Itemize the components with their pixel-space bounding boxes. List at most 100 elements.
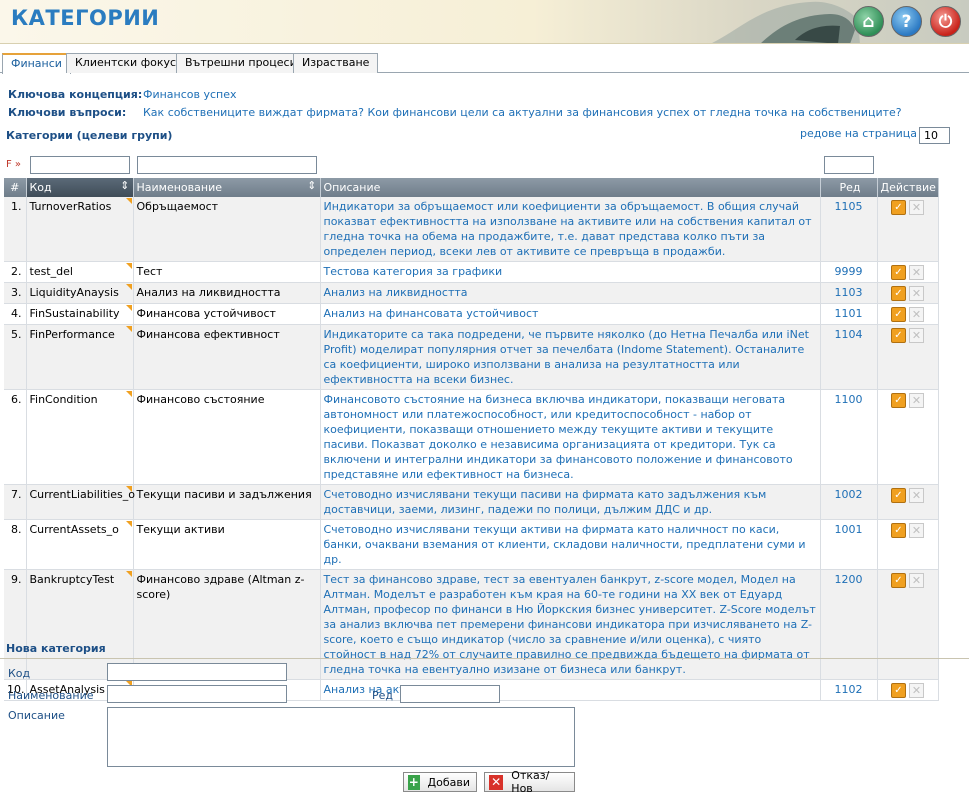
row-order: 1101 [820, 303, 878, 325]
row-code: FinCondition [26, 389, 134, 485]
key-questions-label: Ключови въпроси: [8, 106, 127, 119]
edit-icon[interactable]: ✓ [891, 523, 906, 538]
row-name: Финансова устойчивост [133, 303, 321, 325]
row-description: Индикаторите са така подредени, че първи… [320, 324, 821, 390]
help-button[interactable]: ? [891, 6, 922, 37]
delete-icon: ✕ [909, 265, 924, 280]
row-order: 9999 [820, 261, 878, 283]
row-order: 1105 [820, 197, 878, 262]
row-code: test_del [26, 261, 134, 283]
col-header-code[interactable]: Код [26, 178, 134, 197]
edit-icon[interactable]: ✓ [891, 200, 906, 215]
row-name: Финансова ефективност [133, 324, 321, 390]
categories-table: # Код Наименование Описание Ред Действие… [4, 178, 939, 701]
desc-label: Описание [8, 709, 65, 722]
delete-icon: ✕ [909, 683, 924, 698]
edit-icon[interactable]: ✓ [891, 488, 906, 503]
key-concept: Ключова концепция:Финансов успех [8, 88, 237, 101]
plus-icon: + [408, 774, 420, 790]
row-code: FinSustainability [26, 303, 134, 325]
tab-customer-focus[interactable]: Клиентски фокус [66, 53, 186, 73]
row-number: 9. [4, 569, 27, 680]
table-row: 2. test_del Тест Тестова категория за графи… [4, 261, 939, 283]
tab-finances[interactable]: Финанси [2, 53, 71, 74]
row-code: LiquidityAnaysis [26, 282, 134, 304]
row-actions: ✓ ✕ [877, 389, 939, 485]
edit-icon[interactable]: ✓ [891, 307, 906, 322]
add-button[interactable]: + Добави [403, 772, 477, 792]
filter-code-input[interactable] [30, 156, 130, 174]
name-label: Наименование [8, 689, 94, 702]
edit-icon[interactable]: ✓ [891, 328, 906, 343]
page-title: КАТЕГОРИИ [11, 6, 160, 30]
desc-textarea[interactable] [107, 707, 575, 767]
row-order: 1102 [820, 679, 878, 701]
delete-icon: ✕ [909, 200, 924, 215]
key-questions-value: Как собствениците виждат фирмата? Кои фи… [143, 106, 902, 119]
row-name: Текущи пасиви и задължения [133, 484, 321, 520]
rows-per-page-input[interactable] [919, 127, 950, 144]
name-input[interactable] [107, 685, 287, 703]
col-header-order[interactable]: Ред [820, 178, 878, 197]
row-name: Анализ на ликвидността [133, 282, 321, 304]
row-number: 2. [4, 261, 27, 283]
row-number: 6. [4, 389, 27, 485]
logout-button[interactable]: ⏻ [930, 6, 961, 37]
add-button-label: Добави [427, 775, 470, 789]
col-header-desc: Описание [320, 178, 821, 197]
key-questions: Ключови въпроси: Как собствениците виждат… [8, 106, 902, 119]
row-actions: ✓ ✕ [877, 519, 939, 570]
edit-icon[interactable]: ✓ [891, 265, 906, 280]
tab-internal-processes[interactable]: Вътрешни процеси [176, 53, 306, 73]
code-label: Код [8, 667, 31, 680]
row-actions: ✓ ✕ [877, 484, 939, 520]
row-code: TurnoverRatios [26, 197, 134, 262]
row-number: 8. [4, 519, 27, 570]
row-description: Финансовото състояние на бизнеса включва… [320, 389, 821, 485]
row-description: Анализ на ликвидността [320, 282, 821, 304]
table-row: 3. LiquidityAnaysis Анализ на ликвидността… [4, 282, 939, 304]
delete-icon: ✕ [909, 307, 924, 322]
row-description: Счетоводно изчислявани текущи активи на … [320, 519, 821, 570]
power-icon: ⏻ [938, 11, 953, 32]
cancel-button-label: Отказ/Нов [511, 769, 550, 795]
home-icon: ⌂ [862, 11, 875, 32]
delete-icon: ✕ [909, 488, 924, 503]
filter-name-input[interactable] [137, 156, 317, 174]
row-description: Анализ на финансовата устойчивост [320, 303, 821, 325]
tab-growth[interactable]: Израстване [293, 53, 379, 73]
edit-icon[interactable]: ✓ [891, 286, 906, 301]
edit-icon[interactable]: ✓ [891, 683, 906, 698]
col-header-num: # [4, 178, 27, 197]
order-label: Ред [372, 689, 394, 702]
delete-icon: ✕ [909, 328, 924, 343]
home-button[interactable]: ⌂ [853, 6, 884, 37]
order-input[interactable] [400, 685, 500, 703]
delete-icon: ✕ [909, 393, 924, 408]
cancel-button[interactable]: ✕ Отказ/Нов [484, 769, 575, 795]
row-actions: ✓ ✕ [877, 569, 939, 680]
key-concept-value: Финансов успех [143, 88, 237, 101]
row-order: 1100 [820, 389, 878, 485]
edit-icon[interactable]: ✓ [891, 393, 906, 408]
row-description: Тестова категория за графики [320, 261, 821, 283]
divider [0, 658, 969, 659]
table-header: # Код Наименование Описание Ред Действие [4, 178, 939, 197]
table-row: 7. CurrentLiabilities_o Текущи пасиви и за… [4, 484, 939, 520]
row-number: 5. [4, 324, 27, 390]
new-category-title: Нова категория [6, 642, 106, 655]
col-header-name[interactable]: Наименование [133, 178, 321, 197]
row-order: 1104 [820, 324, 878, 390]
row-code: CurrentLiabilities_o [26, 484, 135, 520]
row-actions: ✓ ✕ [877, 282, 939, 304]
row-description: Индикатори за обръщаемост или коефициент… [320, 197, 821, 262]
row-name: Обръщаемост [133, 197, 321, 262]
header-decoration-image [711, 1, 860, 43]
row-code: FinPerformance [26, 324, 134, 390]
row-actions: ✓ ✕ [877, 197, 939, 262]
table-row: 5. FinPerformance Финансова ефективност Инд… [4, 324, 939, 390]
filter-order-input[interactable] [824, 156, 874, 174]
edit-icon[interactable]: ✓ [891, 573, 906, 588]
row-actions: ✓ ✕ [877, 324, 939, 390]
code-input[interactable] [107, 663, 287, 681]
